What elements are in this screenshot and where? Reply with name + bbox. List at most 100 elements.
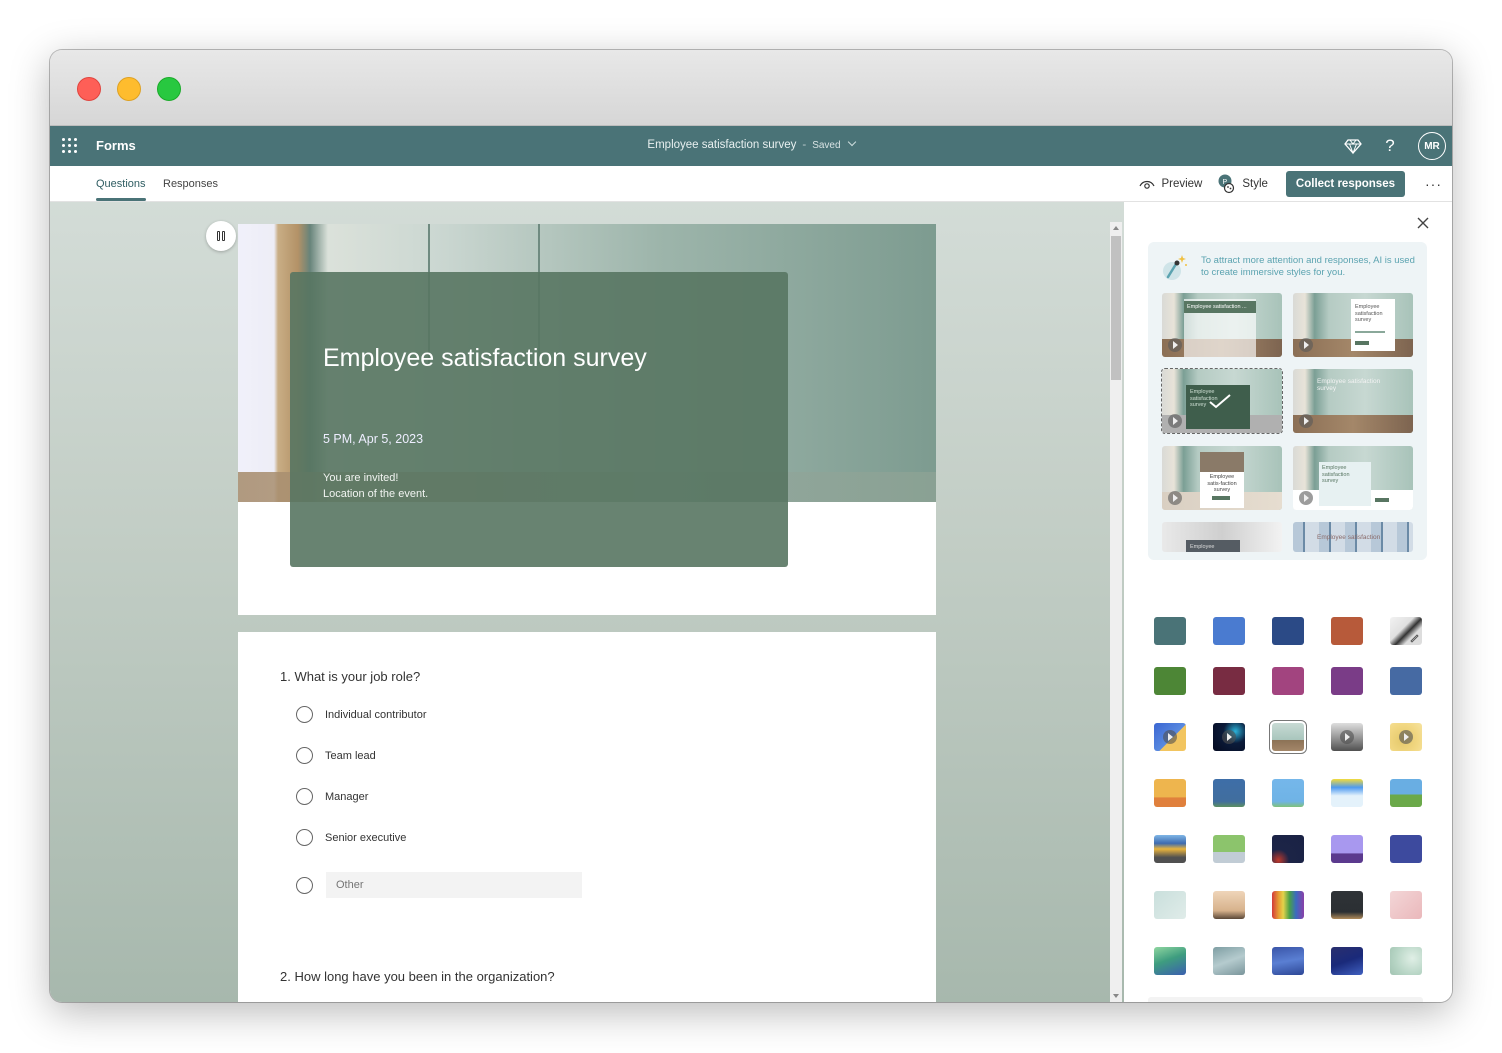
checkmark-icon [1209, 394, 1231, 409]
canvas-scrollbar[interactable] [1110, 222, 1122, 1002]
ai-style-thumbnail[interactable]: Employee [1162, 522, 1282, 552]
theme-swatch-snow-mountain[interactable] [1331, 779, 1363, 807]
collect-responses-button[interactable]: Collect responses [1285, 171, 1405, 197]
ai-style-thumbnail-selected[interactable]: Employee satisfaction survey [1161, 368, 1283, 434]
option-other[interactable] [296, 872, 582, 898]
ai-style-thumbnail[interactable]: Employee satisfaction [1293, 522, 1413, 552]
radio-button[interactable] [296, 829, 313, 846]
thumb-caption: Employee satis-faction survey [1207, 474, 1237, 493]
pause-animation-button[interactable] [206, 221, 236, 251]
option-manager[interactable]: Manager [296, 788, 368, 805]
play-icon [1222, 730, 1236, 744]
style-label: Style [1242, 178, 1268, 190]
ai-style-thumbnail[interactable]: Employee satisfaction survey [1293, 369, 1413, 433]
theme-swatch-navy-abstract[interactable] [1331, 947, 1363, 975]
question-card[interactable]: 1. What is your job role? Individual con… [238, 632, 936, 1002]
toolbar-actions: Preview P Style Collect responses ··· [1139, 170, 1442, 198]
theme-swatch-wood-desk[interactable] [1213, 891, 1245, 919]
theme-swatch-dark-desk[interactable] [1331, 891, 1363, 919]
theme-swatch-mint-circle[interactable] [1390, 947, 1422, 975]
play-icon [1340, 730, 1354, 744]
color-swatch-navy[interactable] [1272, 617, 1304, 645]
theme-swatch-dark-particles[interactable] [1213, 723, 1245, 751]
thumb-button [1375, 498, 1389, 502]
ai-style-thumbnail[interactable]: Employee satis-faction survey [1162, 446, 1282, 510]
document-title-area[interactable]: Employee satisfaction survey - Saved [50, 137, 1452, 151]
theme-swatch-blue-waves[interactable] [1272, 947, 1304, 975]
scroll-up-arrow-icon[interactable] [1110, 222, 1122, 234]
theme-swatch-purple-room[interactable] [1331, 835, 1363, 863]
theme-swatch-green-room-selected[interactable] [1269, 720, 1307, 754]
form-date: 5 PM, Apr 5, 2023 [323, 432, 424, 446]
custom-image-swatch[interactable] [1390, 617, 1422, 645]
theme-swatch-blue-night[interactable] [1213, 779, 1245, 807]
ai-style-thumbnail[interactable]: Employee satisfaction survey [1293, 293, 1413, 357]
theme-swatch-sky-clouds[interactable] [1272, 779, 1304, 807]
theme-swatch-yellow-3d[interactable] [1390, 723, 1422, 751]
ai-style-thumbnail[interactable]: Employee satisfaction survey [1293, 446, 1413, 510]
background-music-row: Background music [1148, 997, 1423, 1002]
form-description[interactable]: You are invited! Location of the event. [323, 470, 428, 502]
form-title[interactable]: Employee satisfaction survey [323, 344, 647, 373]
radio-button[interactable] [296, 747, 313, 764]
theme-swatch-city-park[interactable] [1390, 779, 1422, 807]
theme-swatch-green-shelf[interactable] [1213, 835, 1245, 863]
other-input[interactable] [326, 872, 582, 898]
option-label: Individual contributor [325, 708, 427, 721]
option-senior-executive[interactable]: Senior executive [296, 829, 406, 846]
theme-swatch-colored-pencils[interactable] [1272, 891, 1304, 919]
ai-brush-icon [1163, 255, 1187, 280]
play-icon [1299, 491, 1313, 505]
user-avatar[interactable]: MR [1418, 132, 1446, 160]
question-title: 1. What is your job role? [280, 669, 421, 684]
thumb-caption: Employee satisfaction survey [1322, 465, 1350, 484]
theme-swatch-desk-mint[interactable] [1154, 891, 1186, 919]
help-icon[interactable]: ? [1382, 136, 1398, 156]
color-swatch-teal[interactable] [1154, 617, 1186, 645]
theme-swatch-office-gray[interactable] [1331, 723, 1363, 751]
color-swatch-steel-blue[interactable] [1390, 667, 1422, 695]
theme-swatch-gray-waves[interactable] [1213, 947, 1245, 975]
color-swatch-green[interactable] [1154, 667, 1186, 695]
scrollbar-thumb[interactable] [1111, 236, 1121, 380]
play-icon [1168, 414, 1182, 428]
option-team-lead[interactable]: Team lead [296, 747, 376, 764]
scroll-down-arrow-icon[interactable] [1110, 990, 1122, 1002]
tab-responses[interactable]: Responses [163, 178, 218, 190]
style-button[interactable]: P Style [1218, 174, 1268, 194]
theme-swatch-green-blue-gradient[interactable] [1154, 947, 1186, 975]
diamond-premium-icon[interactable] [1344, 137, 1362, 155]
ai-message: To attract more attention and responses,… [1201, 255, 1415, 278]
color-swatch-maroon[interactable] [1213, 667, 1245, 695]
play-icon [1299, 414, 1313, 428]
thumb-button [1355, 341, 1369, 345]
minimize-window-button[interactable] [117, 77, 141, 101]
ai-style-thumbnail[interactable]: Employee satisfaction ... [1162, 293, 1282, 357]
preview-button[interactable]: Preview [1139, 178, 1202, 190]
app-window: Forms Employee satisfaction survey - Saved… [50, 50, 1452, 1002]
theme-swatch-desert[interactable] [1154, 779, 1186, 807]
close-window-button[interactable] [77, 77, 101, 101]
thumb-line [1355, 331, 1385, 333]
thumb-caption: Employee satisfaction survey [1317, 378, 1381, 392]
more-options-icon[interactable]: ··· [1425, 176, 1442, 192]
close-icon[interactable] [1414, 214, 1432, 232]
radio-button[interactable] [296, 788, 313, 805]
tab-questions[interactable]: Questions [96, 178, 146, 201]
maximize-window-button[interactable] [157, 77, 181, 101]
form-header-card[interactable]: Employee satisfaction survey 5 PM, Apr 5… [238, 224, 936, 615]
theme-swatch-blue-yellow[interactable] [1154, 723, 1186, 751]
color-swatch-orange[interactable] [1331, 617, 1363, 645]
option-individual-contributor[interactable]: Individual contributor [296, 706, 427, 723]
window-titlebar [50, 50, 1452, 126]
theme-swatch-pink-abstract[interactable] [1390, 891, 1422, 919]
theme-swatch-city-buildings[interactable] [1154, 835, 1186, 863]
radio-button[interactable] [296, 706, 313, 723]
color-swatch-magenta[interactable] [1272, 667, 1304, 695]
chevron-down-icon[interactable] [847, 137, 856, 147]
color-swatch-purple[interactable] [1331, 667, 1363, 695]
radio-button[interactable] [296, 876, 313, 894]
theme-swatch-space-dark[interactable] [1272, 835, 1304, 863]
theme-swatch-indigo-space[interactable] [1390, 835, 1422, 863]
color-swatch-blue[interactable] [1213, 617, 1245, 645]
